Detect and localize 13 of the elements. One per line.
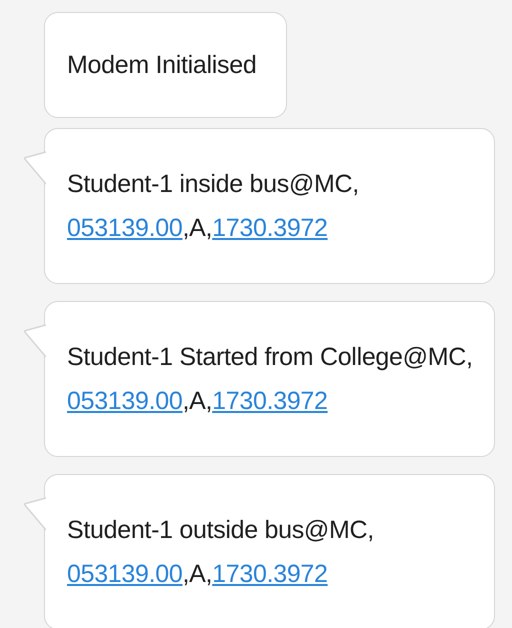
separator-text: ,A,: [182, 213, 212, 244]
coordinate-link[interactable]: 1730.3972: [212, 552, 328, 596]
separator-text: ,A,: [182, 386, 212, 417]
message-text: Student-1 outside bus@MC,: [67, 515, 375, 546]
coordinate-link[interactable]: 053139.00: [67, 206, 182, 250]
coordinate-link[interactable]: 1730.3972: [212, 379, 328, 423]
separator-text: ,A,: [182, 559, 212, 590]
message-text: Student-1 Started from College@MC,: [67, 342, 472, 373]
coordinate-link[interactable]: 053139.00: [67, 379, 182, 423]
coordinate-link[interactable]: 053139.00: [67, 552, 182, 596]
message-text: Student-1 inside bus@MC,: [67, 169, 360, 200]
message-text: Modem Initialised: [67, 50, 258, 81]
coordinate-link[interactable]: 1730.3972: [212, 206, 328, 250]
